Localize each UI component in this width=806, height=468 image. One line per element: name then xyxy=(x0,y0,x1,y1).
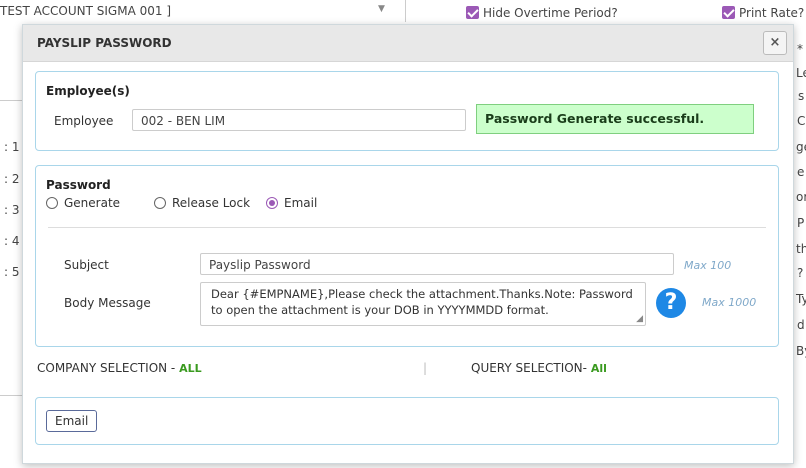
hide-overtime-checkbox[interactable]: Hide Overtime Period? xyxy=(466,6,618,20)
body-message-textarea[interactable]: Dear {#EMPNAME},Please check the attachm… xyxy=(200,282,646,326)
bg-right-text: ? xyxy=(797,266,804,280)
body-message-label: Body Message xyxy=(64,296,151,310)
section-divider xyxy=(48,227,766,228)
subject-input[interactable]: Payslip Password xyxy=(200,253,674,275)
employee-label: Employee xyxy=(54,114,114,128)
bg-row-number: : 5 xyxy=(4,265,20,279)
company-selection: COMPANY SELECTION - ALL xyxy=(37,361,202,375)
bg-divider xyxy=(0,100,22,101)
print-rate-checkbox[interactable]: Print Rate? xyxy=(722,6,804,20)
radio-generate[interactable]: Generate xyxy=(46,196,120,210)
bg-right-text: or xyxy=(796,190,806,204)
bg-row-number: : 4 xyxy=(4,234,20,248)
employees-heading: Employee(s) xyxy=(46,84,130,98)
account-select[interactable]: TEST ACCOUNT SIGMA 001 ] ▼ xyxy=(0,4,396,24)
bg-right-text: ge xyxy=(796,140,806,154)
radio-unselected-icon xyxy=(46,197,58,209)
dialog-title: PAYSLIP PASSWORD xyxy=(37,36,172,50)
bg-row-number: : 3 xyxy=(4,203,20,217)
footer-panel: Email xyxy=(35,397,779,445)
radio-release-lock[interactable]: Release Lock xyxy=(154,196,250,210)
radio-unselected-icon xyxy=(154,197,166,209)
bg-right-text: e xyxy=(797,165,805,179)
bg-row-number: : 2 xyxy=(4,172,20,186)
bg-row-number: : 1 xyxy=(4,140,20,154)
resize-handle-icon[interactable]: ◢ xyxy=(636,315,643,324)
select-divider xyxy=(405,0,406,22)
password-heading: Password xyxy=(46,178,111,192)
chevron-down-icon: ▼ xyxy=(378,4,385,14)
bg-right-text: s xyxy=(798,89,805,103)
query-selection-value: All xyxy=(590,362,607,375)
help-icon[interactable]: ? xyxy=(656,288,686,318)
radio-email[interactable]: Email xyxy=(266,196,317,210)
radio-selected-icon xyxy=(266,197,278,209)
bg-right-text: By xyxy=(796,344,806,358)
dialog-header: PAYSLIP PASSWORD × xyxy=(23,25,793,62)
email-button[interactable]: Email xyxy=(46,410,98,432)
bg-right-text: Ty xyxy=(796,292,806,306)
employee-field[interactable]: 002 - BEN LIM xyxy=(132,109,466,131)
company-selection-value: ALL xyxy=(179,362,202,375)
password-panel: Password Generate Release Lock Email Sub… xyxy=(35,165,779,347)
query-selection: QUERY SELECTION- All xyxy=(471,361,607,375)
selection-divider: | xyxy=(423,361,428,375)
bg-right-text: C xyxy=(797,114,806,128)
bg-right-text: P xyxy=(797,216,805,230)
bg-right-text: d xyxy=(797,318,805,332)
bg-right-text: th xyxy=(796,242,806,256)
subject-max-hint: Max 100 xyxy=(684,259,732,272)
payslip-password-dialog: PAYSLIP PASSWORD × Employee(s) Employee … xyxy=(22,24,794,464)
subject-label: Subject xyxy=(64,258,109,272)
bg-right-text: * xyxy=(797,42,803,56)
close-button[interactable]: × xyxy=(763,31,787,55)
employees-panel: Employee(s) Employee 002 - BEN LIM Passw… xyxy=(35,71,779,151)
success-message: Password Generate successful. xyxy=(476,104,754,134)
bg-right-text: Le xyxy=(796,66,806,80)
checkbox-checked-icon xyxy=(722,6,735,19)
checkbox-checked-icon xyxy=(466,6,479,19)
body-max-hint: Max 1000 xyxy=(702,296,757,309)
bg-divider xyxy=(0,395,22,396)
